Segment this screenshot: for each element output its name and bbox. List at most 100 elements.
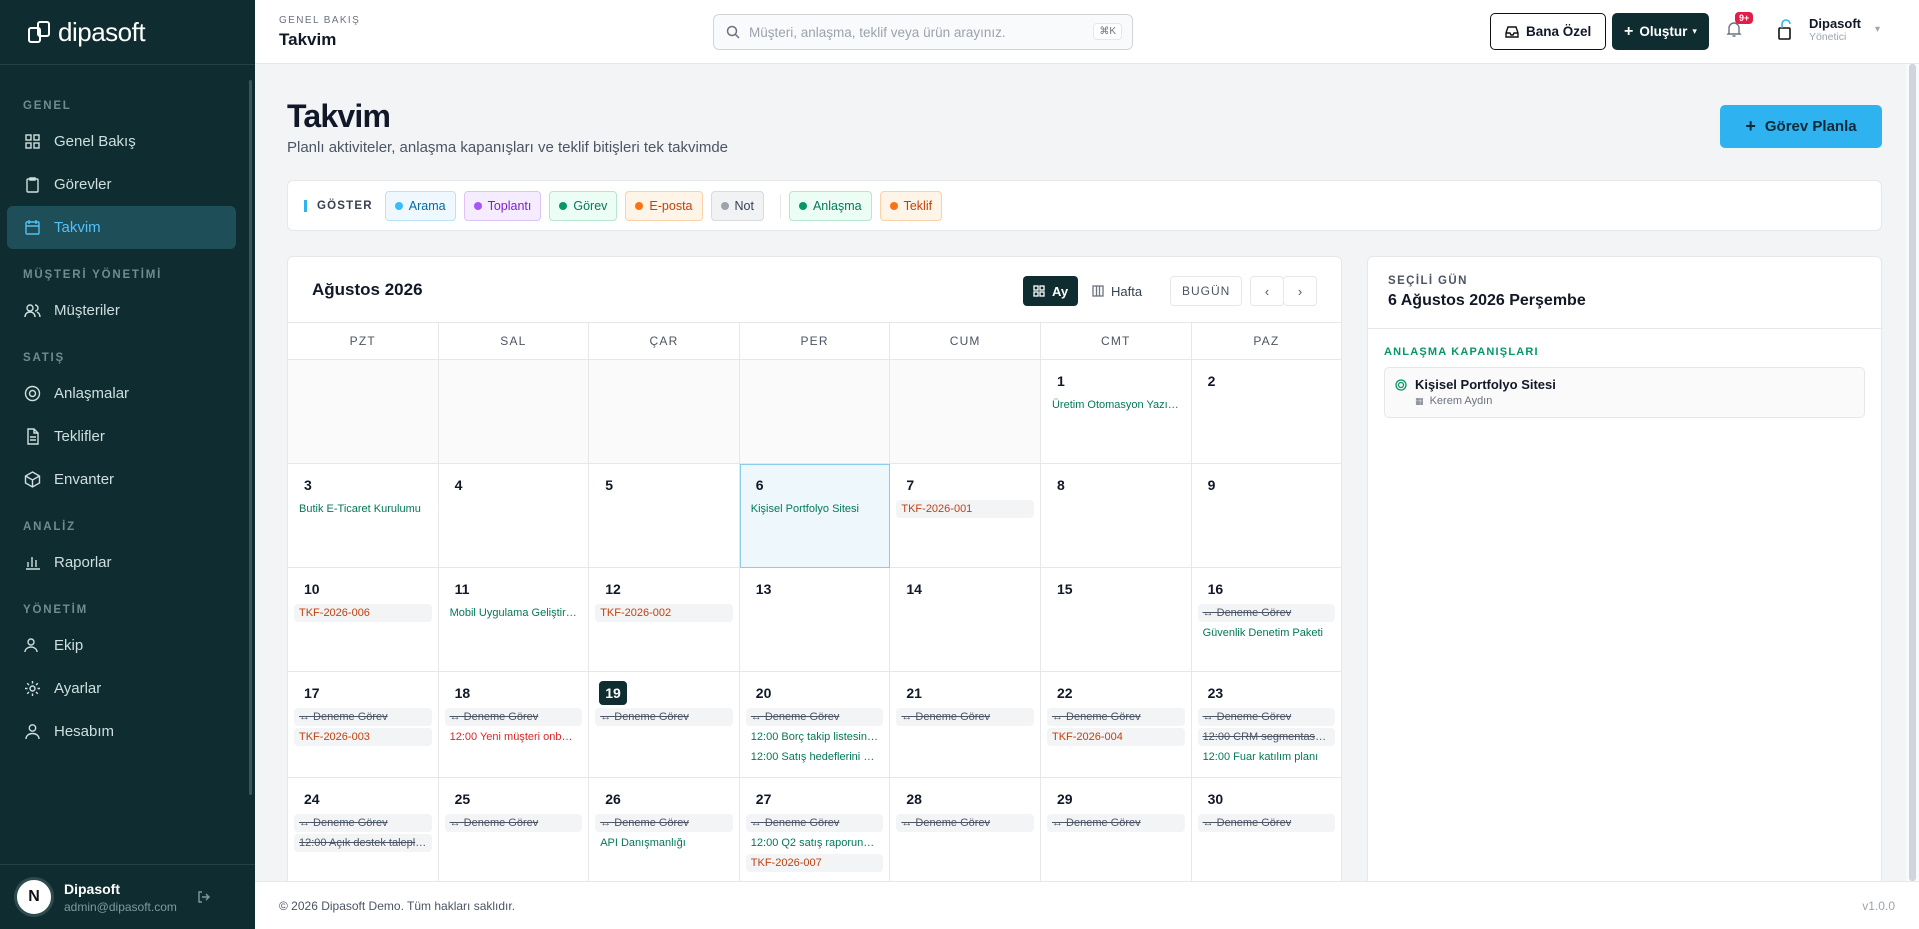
calendar-day[interactable]: 13 [739, 568, 891, 672]
sidebar-item-anlaşmalar[interactable]: Anlaşmalar [7, 372, 236, 415]
sidebar-scrollbar[interactable] [249, 80, 252, 795]
calendar-day[interactable]: 8 [1040, 464, 1192, 568]
calendar-day[interactable]: 23 ↔ Deneme Görev 12:00 CRM segmentasyonu 1… [1191, 672, 1341, 778]
calendar-day[interactable] [589, 360, 740, 464]
filter-chip[interactable]: Teklif [879, 190, 943, 221]
calendar-day[interactable] [739, 360, 891, 464]
calendar-day[interactable]: 9 [1191, 464, 1341, 568]
view-month-button[interactable]: Ay [1023, 276, 1079, 306]
calendar-event[interactable]: 12:00 Borç takip listesini güncelle [746, 728, 884, 746]
calendar-event[interactable]: TKF-2026-004 [1046, 728, 1185, 746]
calendar-day[interactable]: 4 [438, 464, 590, 568]
calendar-event[interactable]: ↔ Deneme Görev [294, 814, 432, 832]
calendar-event[interactable]: ↔ Deneme Görev [444, 708, 583, 726]
calendar-day[interactable] [438, 360, 590, 464]
sidebar-item-genel-bakış[interactable]: Genel Bakış [7, 120, 236, 163]
sidebar-item-teklifler[interactable]: Teklifler [7, 415, 236, 458]
calendar-event[interactable]: 12:00 Fuar katılım planı [1198, 748, 1336, 766]
calendar-day[interactable]: 1 Üretim Otomasyon Yazılımı [1040, 360, 1192, 464]
calendar-event[interactable]: 12:00 Yeni müşteri onboarding [445, 728, 583, 746]
calendar-day[interactable]: 15 [1040, 568, 1192, 672]
calendar-event[interactable]: ↔ Deneme Görev [896, 814, 1034, 832]
calendar-day[interactable]: 12 TKF-2026-002 [589, 568, 740, 672]
gorev-planla-button[interactable]: + Görev Planla [1720, 105, 1882, 148]
calendar-event[interactable]: ↔ Deneme Görev [1046, 708, 1185, 726]
calendar-event[interactable]: TKF-2026-006 [294, 604, 432, 622]
calendar-day[interactable]: 18 ↔ Deneme Görev 12:00 Yeni müşteri onboa… [438, 672, 590, 778]
calendar-day[interactable]: 10 TKF-2026-006 [288, 568, 439, 672]
calendar-day[interactable]: 16 ↔ Deneme Görev Güvenlik Denetim Paketi [1191, 568, 1341, 672]
calendar-day[interactable]: 26 ↔ Deneme Görev API Danışmanlığı [589, 778, 740, 881]
calendar-day[interactable]: 24 ↔ Deneme Görev 12:00 Açık destek talepl… [288, 778, 439, 881]
calendar-event[interactable]: 12:00 Açık destek talepleri [294, 834, 432, 852]
calendar-day[interactable]: 30 ↔ Deneme Görev [1192, 778, 1341, 881]
calendar-day[interactable]: 19 ↔ Deneme Görev [589, 672, 740, 778]
sidebar-item-hesabım[interactable]: Hesabım [7, 710, 236, 753]
calendar-event[interactable]: 12:00 CRM segmentasyonu [1197, 728, 1336, 746]
sidebar-item-görevler[interactable]: Görevler [7, 163, 236, 206]
calendar-day[interactable]: 22 ↔ Deneme Görev TKF-2026-004 [1040, 672, 1192, 778]
calendar-event[interactable]: TKF-2026-001 [896, 500, 1034, 518]
calendar-event[interactable]: Üretim Otomasyon Yazılımı [1047, 396, 1185, 414]
calendar-day[interactable]: 27 ↔ Deneme Görev 12:00 Q2 satış raporunu … [740, 778, 891, 881]
sidebar-item-takvim[interactable]: Takvim [7, 206, 236, 249]
calendar-event[interactable]: TKF-2026-007 [745, 854, 884, 872]
filter-chip[interactable]: E-posta [625, 190, 703, 221]
calendar-day[interactable]: 28 ↔ Deneme Görev [890, 778, 1041, 881]
filter-chip[interactable]: Toplantı [463, 190, 542, 221]
calendar-event[interactable]: ↔ Deneme Görev [294, 708, 432, 726]
calendar-event[interactable]: Mobil Uygulama Geliştirme [445, 604, 583, 622]
calendar-event[interactable]: 12:00 Q2 satış raporunu hazırla [746, 834, 884, 852]
calendar-event[interactable]: 12:00 Satış hedeflerini gözden geçir [746, 748, 884, 766]
calendar-day[interactable]: 29 ↔ Deneme Görev [1041, 778, 1192, 881]
calendar-event[interactable]: Butik E-Ticaret Kurulumu [294, 500, 432, 518]
calendar-event[interactable]: TKF-2026-003 [294, 728, 432, 746]
filter-chip[interactable]: Anlaşma [788, 190, 872, 221]
logout-icon[interactable] [196, 889, 212, 910]
topbar-user[interactable]: Dipasoft Yönetici ▾ [1775, 16, 1880, 43]
calendar-event[interactable]: TKF-2026-002 [595, 604, 733, 622]
calendar-event[interactable]: ↔ Deneme Görev [745, 708, 884, 726]
calendar-day[interactable]: 11 Mobil Uygulama Geliştirme [438, 568, 590, 672]
page-scrollbar[interactable] [1906, 64, 1919, 881]
sidebar-item-ayarlar[interactable]: Ayarlar [7, 667, 236, 710]
calendar-event[interactable]: ↔ Deneme Görev [1046, 814, 1185, 832]
calendar-day[interactable]: 5 [589, 464, 740, 568]
calendar-event[interactable]: ↔ Deneme Görev [1197, 708, 1336, 726]
olustur-button[interactable]: + Oluştur ▾ [1612, 13, 1709, 50]
calendar-day[interactable]: 14 [890, 568, 1041, 672]
calendar-event[interactable]: ↔ Deneme Görev [1197, 814, 1336, 832]
sidebar-item-müşteriler[interactable]: Müşteriler [7, 289, 236, 332]
calendar-day[interactable]: 25 ↔ Deneme Görev [439, 778, 590, 881]
sidebar-item-raporlar[interactable]: Raporlar [7, 541, 236, 584]
calendar-day[interactable]: 2 [1191, 360, 1341, 464]
calendar-event[interactable]: ↔ Deneme Görev [595, 708, 733, 726]
calendar-event[interactable]: ↔ Deneme Görev [1197, 604, 1336, 622]
filter-chip[interactable]: Arama [384, 190, 456, 221]
calendar-day[interactable]: 6 Kişisel Portfolyo Sitesi [739, 464, 891, 568]
calendar-event[interactable]: Kişisel Portfolyo Sitesi [746, 500, 884, 518]
filter-chip[interactable]: Görev [549, 190, 618, 221]
calendar-event[interactable]: API Danışmanlığı [595, 834, 733, 852]
calendar-day[interactable]: 17 ↔ Deneme Görev TKF-2026-003 [288, 672, 439, 778]
calendar-day[interactable]: 21 ↔ Deneme Görev [890, 672, 1041, 778]
search-input[interactable]: Müşteri, anlaşma, teklif veya ürün arayı… [713, 14, 1133, 50]
bana-ozel-button[interactable]: Bana Özel [1490, 13, 1607, 50]
calendar-event[interactable]: ↔ Deneme Görev [896, 708, 1034, 726]
sidebar-item-envanter[interactable]: Envanter [7, 458, 236, 501]
sidebar-user[interactable]: N Dipasoft admin@dipasoft.com [0, 864, 255, 929]
sidebar-item-ekip[interactable]: Ekip [7, 624, 236, 667]
today-button[interactable]: BUGÜN [1170, 276, 1243, 306]
calendar-event[interactable]: Güvenlik Denetim Paketi [1198, 624, 1336, 642]
calendar-event[interactable]: ↔ Deneme Görev [595, 814, 733, 832]
calendar-event[interactable]: ↔ Deneme Görev [444, 814, 583, 832]
calendar-day[interactable] [288, 360, 439, 464]
calendar-day[interactable] [890, 360, 1041, 464]
breadcrumb[interactable]: GENEL BAKIŞ [279, 15, 360, 26]
calendar-event[interactable]: ↔ Deneme Görev [745, 814, 884, 832]
filter-chip[interactable]: Not [710, 190, 764, 221]
calendar-day[interactable]: 7 TKF-2026-001 [890, 464, 1041, 568]
brand-logo[interactable]: dipasoft [0, 0, 255, 64]
calendar-day[interactable]: 20 ↔ Deneme Görev 12:00 Borç takip listesi… [739, 672, 891, 778]
calendar-day[interactable]: 3 Butik E-Ticaret Kurulumu [288, 464, 439, 568]
